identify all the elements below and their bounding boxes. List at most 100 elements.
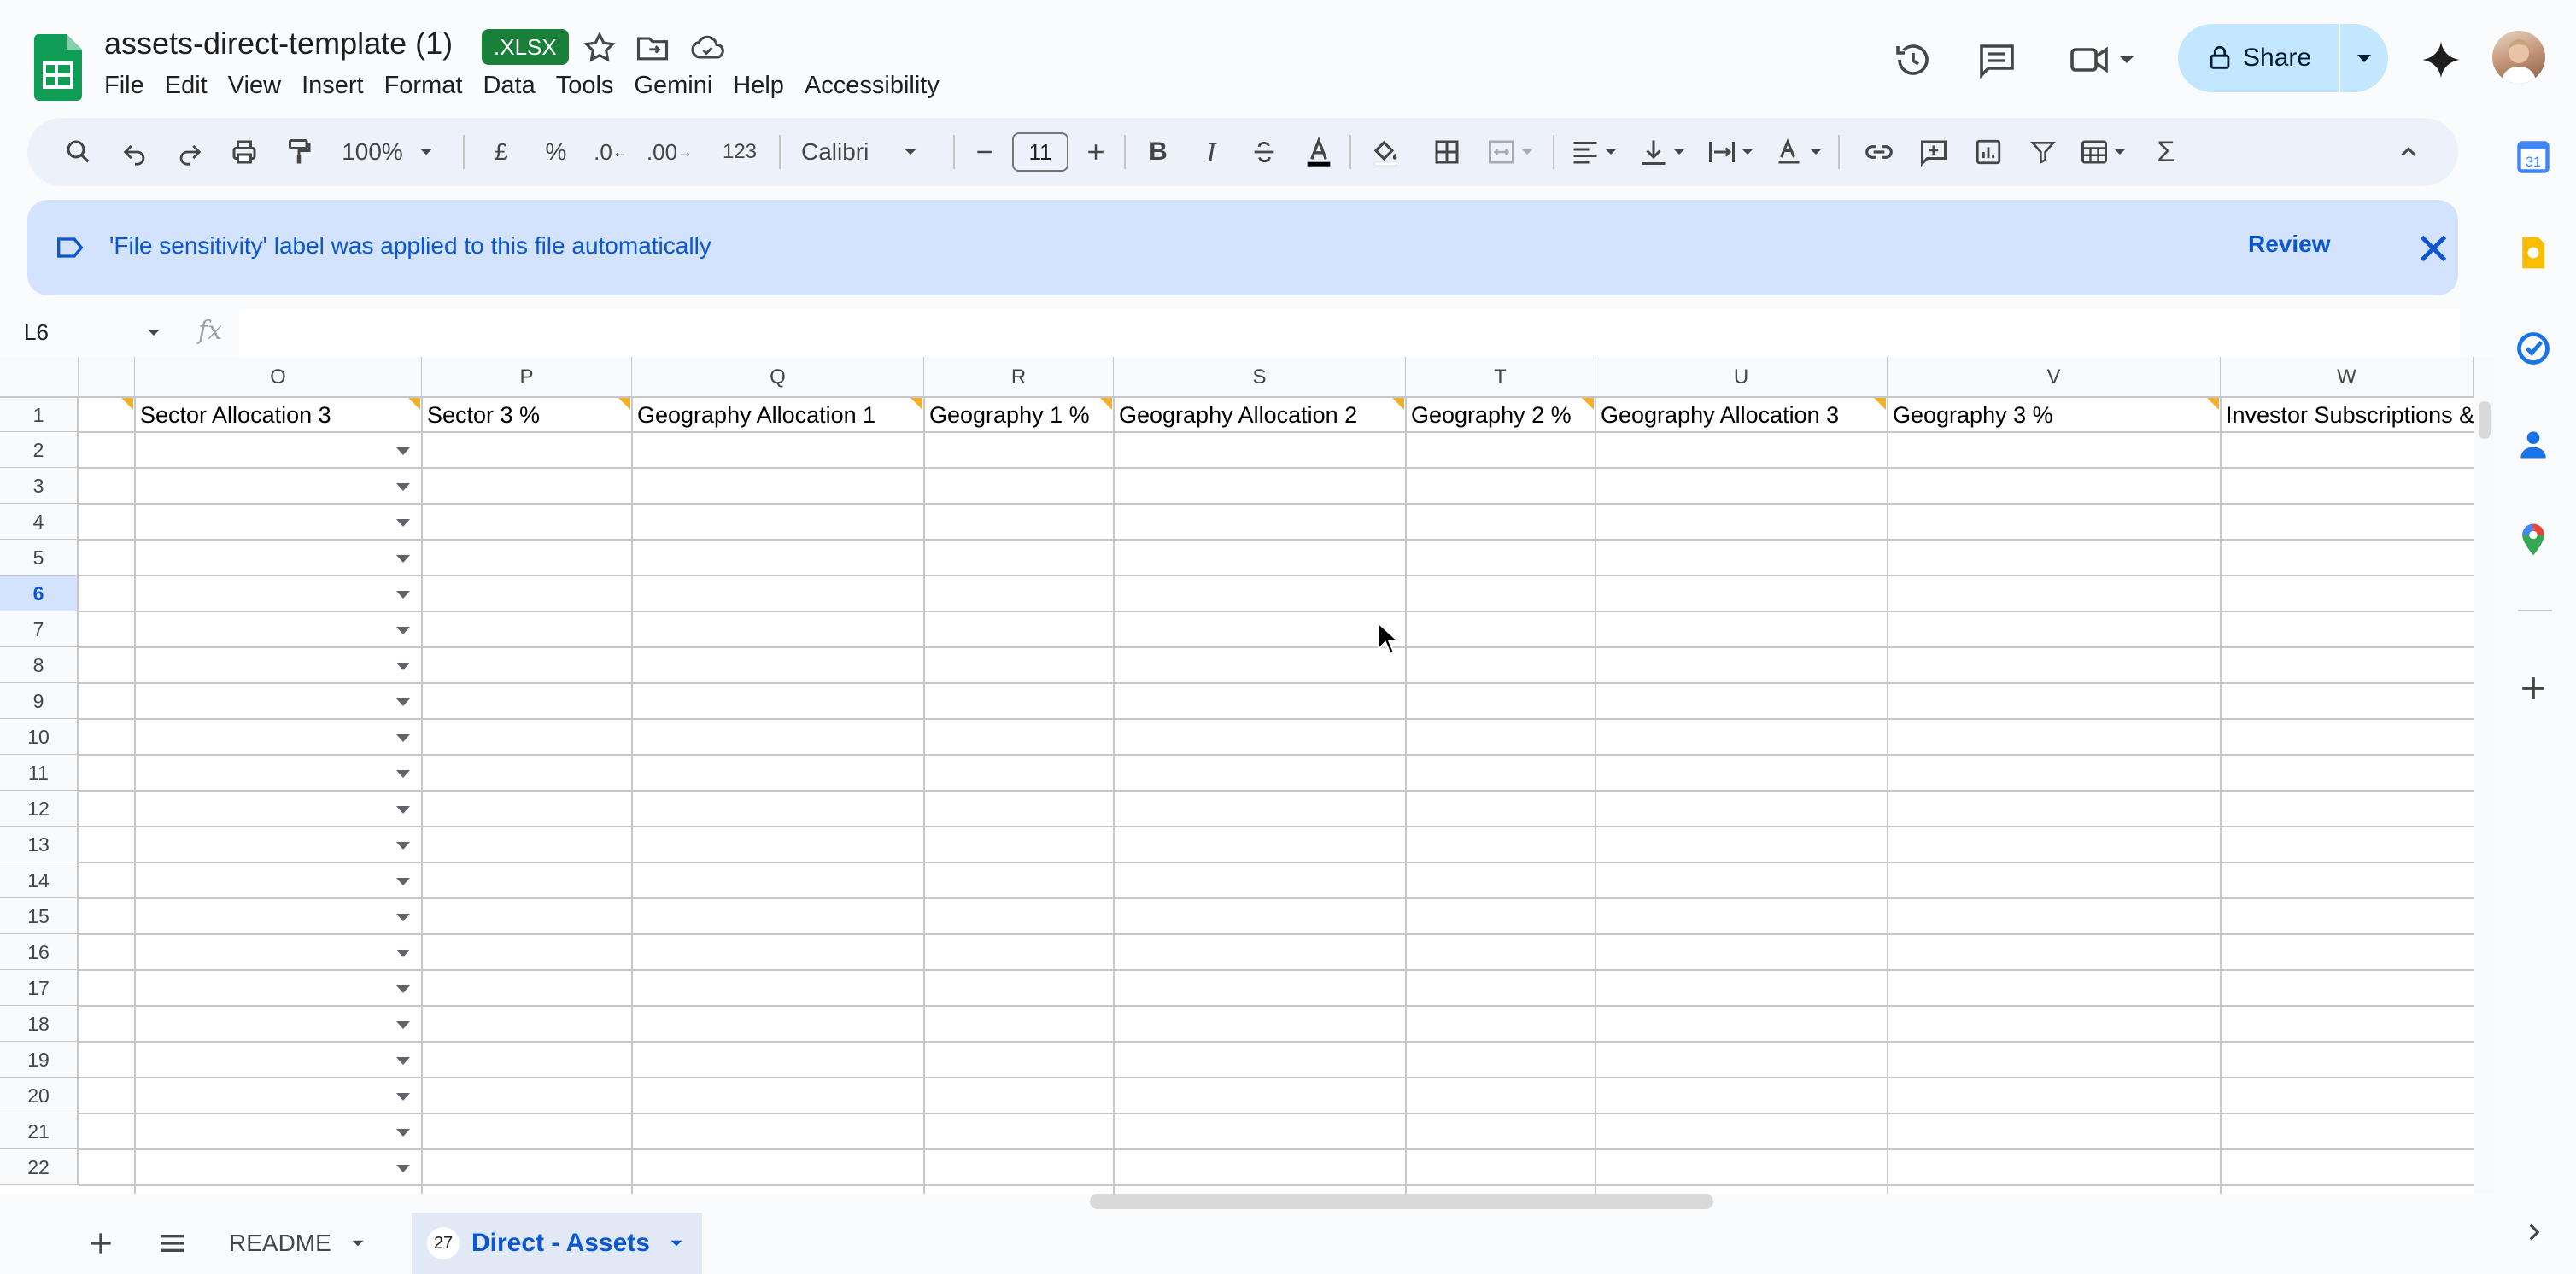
tasks-icon[interactable] <box>2515 330 2552 367</box>
menu-tools[interactable]: Tools <box>546 68 624 102</box>
dropdown-chip-o14[interactable] <box>396 878 410 885</box>
dropdown-chip-o10[interactable] <box>396 734 410 742</box>
dropdown-chip-o5[interactable] <box>396 555 410 563</box>
move-folder-icon[interactable] <box>634 29 671 67</box>
row-header-10[interactable]: 10 <box>0 719 79 755</box>
contacts-icon[interactable] <box>2515 425 2552 463</box>
note-indicator[interactable] <box>408 398 420 410</box>
column-header-w[interactable]: W <box>2221 357 2474 398</box>
dropdown-chip-o8[interactable] <box>396 663 410 670</box>
note-indicator[interactable] <box>1582 398 1594 410</box>
cell-v1[interactable]: Geography 3 % <box>1888 398 2219 432</box>
rotate-icon[interactable] <box>1770 118 1831 186</box>
sheet-tab-direct-assets[interactable]: 27 Direct - Assets <box>412 1213 702 1274</box>
row-header-20[interactable]: 20 <box>0 1078 79 1113</box>
row-header-5[interactable]: 5 <box>0 540 79 576</box>
dropdown-chip-o17[interactable] <box>396 985 410 993</box>
note-indicator[interactable] <box>1392 398 1404 410</box>
document-title[interactable]: assets-direct-template (1) <box>104 26 453 61</box>
cell-w1[interactable]: Investor Subscriptions & <box>2221 398 2474 432</box>
comment-add-icon[interactable] <box>1910 118 1958 186</box>
menu-format[interactable]: Format <box>374 68 473 102</box>
row-header-18[interactable]: 18 <box>0 1006 79 1042</box>
formula-input[interactable] <box>239 309 2460 357</box>
row-header-7[interactable]: 7 <box>0 611 79 647</box>
share-button[interactable]: Share <box>2178 24 2388 92</box>
row-header-17[interactable]: 17 <box>0 970 79 1006</box>
expand-panel-icon[interactable] <box>2520 1218 2549 1247</box>
review-button[interactable]: Review <box>2248 231 2331 258</box>
redo-icon[interactable] <box>164 118 215 186</box>
menu-insert[interactable]: Insert <box>291 68 374 102</box>
column-header-s[interactable]: S <box>1114 357 1406 398</box>
cell-s1[interactable]: Geography Allocation 2 <box>1114 398 1404 432</box>
column-header-t[interactable]: T <box>1406 357 1595 398</box>
column-header-u[interactable]: U <box>1595 357 1888 398</box>
share-options-dropdown[interactable] <box>2340 24 2388 92</box>
comments-icon[interactable] <box>1976 39 2017 80</box>
note-indicator[interactable] <box>1100 398 1112 410</box>
close-icon[interactable] <box>2410 225 2456 272</box>
row-header-21[interactable]: 21 <box>0 1113 79 1149</box>
calendar-icon[interactable]: 31 <box>2515 138 2552 176</box>
row-header-9[interactable]: 9 <box>0 683 79 719</box>
sheets-logo-icon[interactable] <box>34 34 82 101</box>
undo-icon[interactable] <box>109 118 161 186</box>
row-header-6[interactable]: 6 <box>0 576 79 611</box>
collapse-icon[interactable] <box>2385 118 2433 186</box>
note-indicator[interactable] <box>121 398 133 410</box>
dropdown-chip-o22[interactable] <box>396 1165 410 1172</box>
row-header-14[interactable]: 14 <box>0 862 79 898</box>
zoom-select[interactable]: 100% <box>330 118 449 186</box>
column-header-v[interactable]: V <box>1888 357 2221 398</box>
add-sheet-icon[interactable] <box>84 1226 118 1260</box>
select-all-corner[interactable] <box>0 357 79 398</box>
column-header-o[interactable]: O <box>135 357 422 398</box>
note-indicator[interactable] <box>2207 398 2219 410</box>
dropdown-chip-o6[interactable] <box>396 591 410 599</box>
dropdown-chip-o21[interactable] <box>396 1129 410 1137</box>
all-sheets-icon[interactable] <box>155 1226 190 1260</box>
row-header-19[interactable]: 19 <box>0 1042 79 1078</box>
font-size-input[interactable]: 11 <box>1010 118 1071 186</box>
dropdown-chip-o20[interactable] <box>396 1093 410 1101</box>
note-indicator[interactable] <box>1874 398 1886 410</box>
dropdown-chip-o9[interactable] <box>396 698 410 706</box>
row-header-11[interactable]: 11 <box>0 755 79 791</box>
percent-format-button[interactable]: % <box>535 118 577 186</box>
dropdown-chip-o12[interactable] <box>396 806 410 814</box>
row-header-16[interactable]: 16 <box>0 934 79 970</box>
menu-help[interactable]: Help <box>723 68 794 102</box>
cell-r1[interactable]: Geography 1 % <box>924 398 1112 432</box>
column-header-r[interactable]: R <box>924 357 1114 398</box>
maps-icon[interactable] <box>2515 521 2552 558</box>
paint-format-icon[interactable] <box>273 118 325 186</box>
increase-decimal-button[interactable]: .00 → <box>639 118 700 186</box>
fill-color-icon[interactable] <box>1361 118 1409 186</box>
menu-accessibility[interactable]: Accessibility <box>794 68 950 102</box>
currency-format-button[interactable]: £ <box>480 118 523 186</box>
row-header-22[interactable]: 22 <box>0 1149 79 1185</box>
star-icon[interactable] <box>581 29 618 67</box>
font-size-increase-button[interactable] <box>1074 118 1117 186</box>
menu-gemini[interactable]: Gemini <box>624 68 723 102</box>
dropdown-chip-o7[interactable] <box>396 627 410 634</box>
cloud-status-icon[interactable] <box>688 29 726 67</box>
search-menus-icon[interactable] <box>53 118 104 186</box>
note-indicator[interactable] <box>618 398 630 410</box>
functions-icon[interactable]: Σ <box>2142 118 2190 186</box>
dropdown-chip-o4[interactable] <box>396 519 410 527</box>
row-header-2[interactable]: 2 <box>0 432 79 468</box>
filter-icon[interactable] <box>2019 118 2067 186</box>
row-header-13[interactable]: 13 <box>0 827 79 862</box>
merge-cells-icon[interactable] <box>1478 118 1546 186</box>
link-icon[interactable] <box>1855 118 1903 186</box>
cell-u1[interactable]: Geography Allocation 3 <box>1595 398 1886 432</box>
dropdown-chip-o3[interactable] <box>396 483 410 491</box>
font-size-decrease-button[interactable] <box>963 118 1006 186</box>
valign-icon[interactable] <box>1633 118 1695 186</box>
keep-icon[interactable] <box>2515 234 2552 272</box>
horizontal-scroll-thumb[interactable] <box>1090 1194 1713 1209</box>
dropdown-chip-o19[interactable] <box>396 1057 410 1065</box>
menu-data[interactable]: Data <box>472 68 545 102</box>
